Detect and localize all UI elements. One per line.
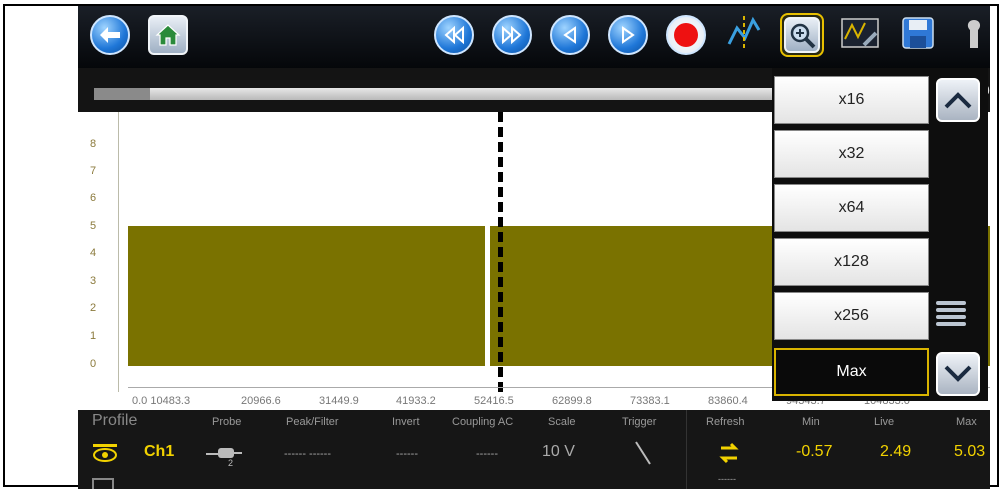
toolbar (78, 6, 990, 68)
home-icon (148, 15, 188, 55)
channel-panel: Profile Probe Peak/Filter Invert Couplin… (78, 410, 990, 489)
x-label: 83860.4 (708, 395, 748, 407)
max-value: 5.03 (954, 443, 986, 460)
probe-header: Probe (212, 416, 242, 428)
zoom-option[interactable]: x128 (774, 238, 929, 286)
zoom-option[interactable]: x32 (774, 130, 929, 178)
waveform-gap (485, 224, 490, 368)
scroll-down-button[interactable] (936, 352, 980, 396)
panel-divider (686, 410, 687, 489)
save-icon (901, 16, 935, 55)
live-value: 2.49 (880, 443, 912, 460)
fast-forward-icon (492, 15, 532, 55)
probe-selector[interactable]: 2 (204, 442, 244, 471)
falling-edge-icon (635, 441, 651, 465)
home-button[interactable] (146, 13, 190, 57)
x-label: 52416.5 (474, 395, 514, 407)
x-label: 73383.1 (630, 395, 670, 407)
refresh-header: Refresh (706, 416, 745, 428)
min-header: Min (802, 416, 820, 428)
x-label: 0.0 10483.3 (132, 395, 191, 407)
refresh-icon (719, 442, 739, 464)
record-button[interactable] (664, 13, 708, 57)
timeline-scrollbar[interactable] (94, 88, 774, 100)
y-label: 2 (90, 302, 97, 314)
time-cursor[interactable] (498, 112, 503, 392)
step-back-button[interactable] (548, 13, 592, 57)
scope-settings-button[interactable] (838, 13, 882, 57)
invert-header: Invert (392, 416, 420, 428)
more-tools-button[interactable] (954, 13, 990, 57)
refresh-button[interactable] (716, 440, 742, 471)
scroll-grip-icon[interactable] (936, 298, 966, 332)
wrench-icon (960, 16, 988, 55)
zoom-menu: x16 x32 x64 x128 x256 Max (772, 68, 988, 401)
y-label: 1 (90, 330, 97, 342)
eye-icon (93, 444, 117, 462)
x-label: 62899.8 (552, 395, 592, 407)
chevron-up-icon (944, 92, 972, 109)
scope-settings-icon (840, 15, 880, 56)
y-label: 8 (90, 138, 97, 150)
coupling-header: Coupling AC (452, 416, 514, 428)
refresh-dashes: ------ (718, 474, 736, 484)
y-label: 4 (90, 247, 97, 259)
record-icon (666, 15, 706, 55)
zoom-option[interactable]: x256 (774, 292, 929, 340)
max-header: Max (956, 416, 977, 428)
scale-value[interactable]: 10 V (542, 443, 575, 461)
zoom-icon (784, 17, 820, 53)
cursor-icon (725, 14, 763, 57)
step-forward-icon (608, 15, 648, 55)
y-label: 6 (90, 192, 97, 204)
channel2-checkbox[interactable] (92, 478, 114, 489)
min-value: -0.57 (796, 443, 833, 460)
back-icon (90, 15, 130, 55)
scale-header: Scale (548, 416, 576, 428)
channel-label[interactable]: Ch1 (144, 443, 174, 461)
invert-value[interactable]: ------ (396, 448, 418, 460)
live-header: Live (874, 416, 895, 428)
coupling-value[interactable]: ------ (476, 448, 498, 460)
step-forward-button[interactable] (606, 13, 650, 57)
y-axis-ruler (118, 112, 119, 392)
profile-label: Profile (92, 412, 138, 429)
y-label: 5 (90, 220, 97, 232)
trigger-selector[interactable] (634, 440, 652, 471)
cursor-button[interactable] (722, 13, 766, 57)
y-label: 3 (90, 275, 97, 287)
step-back-icon (550, 15, 590, 55)
svg-text:2: 2 (228, 458, 233, 466)
timeline-thumb[interactable] (94, 88, 150, 100)
save-button[interactable] (896, 13, 940, 57)
zoom-button[interactable] (780, 13, 824, 57)
visibility-toggle[interactable] (92, 442, 118, 469)
rewind-button[interactable] (432, 13, 476, 57)
x-label: 20966.6 (241, 395, 281, 407)
zoom-option-selected[interactable]: Max (774, 348, 929, 396)
chevron-down-icon (944, 365, 972, 382)
trigger-header: Trigger (622, 416, 657, 428)
back-button[interactable] (88, 13, 132, 57)
scroll-up-button[interactable] (936, 78, 980, 122)
scope-screen: 0( 8 7 6 5 4 3 2 1 0 0.0 10483.3 20966.6… (78, 6, 990, 489)
x-label: 41933.2 (396, 395, 436, 407)
x-label: 31449.9 (319, 395, 359, 407)
y-label: 7 (90, 165, 97, 177)
peak-filter-value[interactable]: ------ ------ (284, 448, 331, 460)
peak-filter-header: Peak/Filter (286, 416, 339, 428)
zoom-option[interactable]: x16 (774, 76, 929, 124)
y-label: 0 (90, 358, 97, 370)
rewind-icon (434, 15, 474, 55)
zoom-option[interactable]: x64 (774, 184, 929, 232)
fast-forward-button[interactable] (490, 13, 534, 57)
probe-icon: 2 (206, 448, 242, 468)
